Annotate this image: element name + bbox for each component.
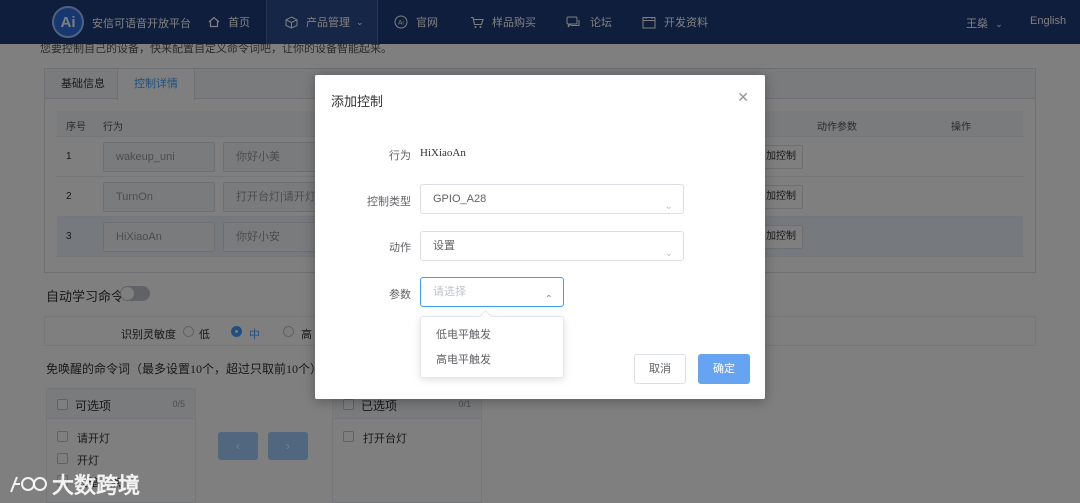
dropdown-option-high[interactable]: 高电平触发 bbox=[421, 347, 563, 373]
action-label: 动作 bbox=[389, 242, 411, 254]
watermark-logo-icon bbox=[10, 476, 47, 493]
control-type-select[interactable]: GPIO_A28 ⌄ bbox=[420, 184, 684, 214]
chevron-down-icon: ⌄ bbox=[664, 248, 673, 259]
dropdown-option-low[interactable]: 低电平触发 bbox=[421, 322, 563, 348]
cancel-button[interactable]: 取消 bbox=[634, 354, 686, 384]
watermark: 大数跨境 bbox=[8, 468, 140, 500]
param-placeholder: 请选择 bbox=[433, 286, 466, 298]
close-icon[interactable]: ✕ bbox=[737, 89, 749, 106]
chevron-down-icon: ⌄ bbox=[664, 201, 673, 212]
control-type-value: GPIO_A28 bbox=[433, 193, 487, 205]
action-value: 设置 bbox=[433, 240, 455, 252]
behavior-value: HiXiaoAn bbox=[420, 147, 466, 159]
action-select[interactable]: 设置 ⌄ bbox=[420, 231, 684, 261]
behavior-label: 行为 bbox=[389, 150, 411, 162]
watermark-text: 大数跨境 bbox=[52, 473, 141, 498]
param-dropdown: 低电平触发 高电平触发 bbox=[420, 316, 564, 378]
param-select[interactable]: 请选择 ⌃ bbox=[420, 277, 564, 307]
add-control-dialog: 添加控制 ✕ 行为 HiXiaoAn 控制类型 GPIO_A28 ⌄ 动作 设置… bbox=[315, 75, 765, 399]
param-label: 参数 bbox=[389, 289, 411, 301]
chevron-up-icon: ⌃ bbox=[544, 294, 553, 305]
dialog-title: 添加控制 bbox=[331, 94, 384, 109]
control-type-label: 控制类型 bbox=[367, 196, 411, 208]
confirm-button[interactable]: 确定 bbox=[698, 354, 750, 384]
